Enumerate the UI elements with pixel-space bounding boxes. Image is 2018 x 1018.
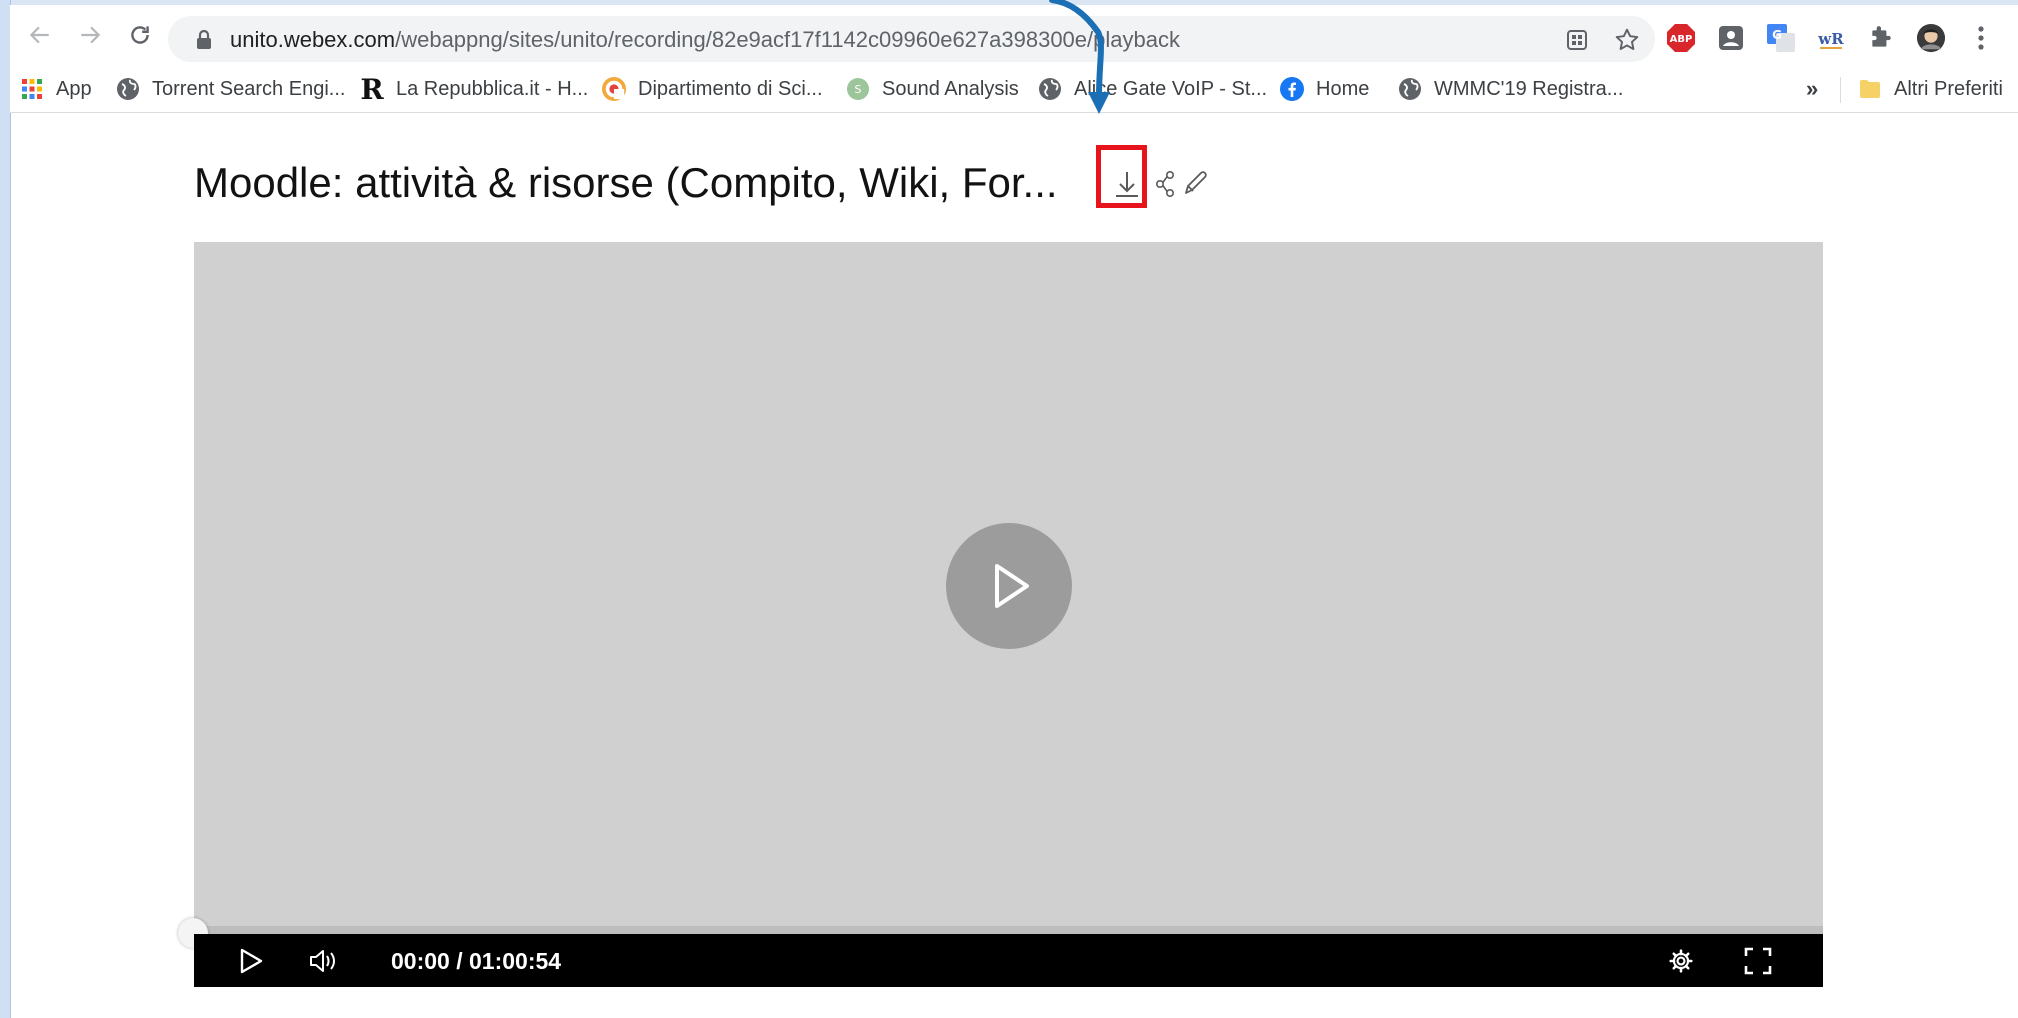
bookmark-label: Dipartimento di Sci... xyxy=(638,77,823,100)
dipartimento-icon xyxy=(602,77,626,101)
reload-icon xyxy=(131,26,149,44)
globe-icon xyxy=(1398,77,1422,101)
arrow-left-icon xyxy=(29,26,49,44)
bookmark-torrent-search[interactable]: Torrent Search Engi... xyxy=(116,73,345,105)
bookmark-label: Torrent Search Engi... xyxy=(152,77,346,100)
edit-button[interactable] xyxy=(1178,166,1212,202)
adblock-icon: ABP xyxy=(1667,24,1695,52)
apps-grid-icon xyxy=(20,77,44,101)
time-display: 00:00 / 01:00:54 xyxy=(391,948,562,974)
qr-code-icon xyxy=(1567,30,1587,50)
bookmark-app[interactable]: App xyxy=(20,73,92,105)
share-icon xyxy=(1155,170,1175,197)
bookmark-repubblica[interactable]: R La Repubblica.it - H... xyxy=(360,73,588,105)
pencil-icon xyxy=(1185,171,1207,194)
bookmark-sound-analysis[interactable]: S Sound Analysis xyxy=(846,73,1019,105)
contact-card-icon xyxy=(1719,26,1743,50)
bookmarks-divider xyxy=(1840,77,1841,103)
folder-icon xyxy=(1858,77,1882,101)
download-highlight-box xyxy=(1096,145,1147,208)
puzzle-icon xyxy=(1872,26,1891,47)
lock-icon xyxy=(197,30,211,49)
play-icon xyxy=(240,948,263,974)
player-controls-bar: 00:00 / 01:00:54 xyxy=(194,934,1823,987)
globe-icon xyxy=(116,77,140,101)
svg-text:G: G xyxy=(1772,28,1782,42)
bookmark-label: App xyxy=(56,77,92,100)
play-button[interactable] xyxy=(234,944,268,978)
qr-code-button[interactable] xyxy=(1562,25,1592,55)
forward-button[interactable] xyxy=(72,17,108,53)
volume-icon xyxy=(310,950,335,972)
avatar-icon xyxy=(1916,23,1946,53)
chrome-menu-button[interactable] xyxy=(1966,23,1996,53)
gear-icon xyxy=(1669,949,1693,973)
bookmark-star-button[interactable] xyxy=(1612,25,1642,55)
kebab-menu-icon xyxy=(1978,26,1984,50)
extension-button-2[interactable] xyxy=(1716,23,1746,53)
progress-bar[interactable] xyxy=(194,926,1823,934)
translate-icon: G xyxy=(1767,24,1795,52)
bookmark-altri-preferiti[interactable]: Altri Preferiti xyxy=(1858,73,2003,105)
annotation-arrow xyxy=(1049,0,1110,114)
volume-button[interactable] xyxy=(306,944,340,978)
browser-toolbar: unito.webex.com/webappng/sites/unito/rec… xyxy=(10,5,2018,67)
star-icon xyxy=(1615,28,1639,50)
bookmark-label: Home xyxy=(1316,77,1370,100)
bookmark-home[interactable]: Home xyxy=(1280,73,1369,105)
bookmark-wmmc[interactable]: WMMC'19 Registra... xyxy=(1398,73,1623,105)
svg-text:S: S xyxy=(855,83,862,96)
reload-button[interactable] xyxy=(122,17,158,53)
fullscreen-button[interactable] xyxy=(1741,944,1775,978)
url-host: unito.webex.com xyxy=(230,27,396,52)
wordreference-icon: wR xyxy=(1817,30,1844,49)
extensions-menu-button[interactable] xyxy=(1866,23,1896,53)
repubblica-r-icon: R xyxy=(360,75,384,103)
sound-analysis-icon: S xyxy=(846,77,870,101)
bookmark-label: WMMC'19 Registra... xyxy=(1434,77,1624,100)
share-button[interactable] xyxy=(1152,168,1178,200)
arrow-right-icon xyxy=(81,26,101,44)
bookmark-dipartimento[interactable]: Dipartimento di Sci... xyxy=(602,73,823,105)
adblock-label: ABP xyxy=(1670,34,1693,45)
bookmark-label: Sound Analysis xyxy=(882,77,1019,100)
bookmarks-bar: App Torrent Search Engi... R La Repubbli… xyxy=(10,67,2018,113)
address-bar[interactable]: unito.webex.com/webappng/sites/unito/rec… xyxy=(168,16,1655,62)
play-icon xyxy=(995,564,1029,608)
fullscreen-icon xyxy=(1744,947,1772,975)
adblock-extension[interactable]: ABP xyxy=(1666,23,1696,53)
window-left-edge xyxy=(0,0,11,1018)
big-play-button[interactable] xyxy=(946,523,1072,649)
facebook-icon xyxy=(1280,77,1304,101)
back-button[interactable] xyxy=(22,17,58,53)
svg-text:wR: wR xyxy=(1817,30,1844,48)
settings-button[interactable] xyxy=(1664,944,1698,978)
recording-title: Moodle: attività & risorse (Compito, Wik… xyxy=(194,159,1058,206)
google-translate-extension[interactable]: G xyxy=(1766,23,1796,53)
bookmark-label: La Repubblica.it - H... xyxy=(396,77,589,100)
profile-avatar-button[interactable] xyxy=(1916,23,1946,53)
svg-text:R: R xyxy=(360,75,384,103)
wordreference-extension[interactable]: wR xyxy=(1816,23,1846,53)
bookmarks-overflow-button[interactable]: » xyxy=(1806,73,1818,105)
bookmark-label: Altri Preferiti xyxy=(1894,77,2003,100)
